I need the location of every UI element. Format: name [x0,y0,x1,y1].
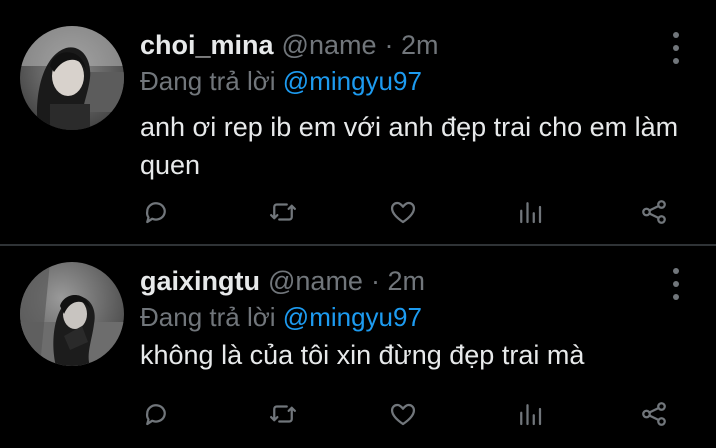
view-stats-button[interactable] [512,394,548,434]
heart-icon [390,403,416,426]
bar-chart-icon [520,202,542,224]
timestamp[interactable]: · 2m [385,30,439,61]
retweet-button[interactable] [265,192,301,232]
speech-bubble-icon [145,404,166,426]
share-button[interactable] [636,192,672,232]
retweet-icon [270,203,296,221]
speech-bubble-icon [145,202,166,224]
reply-prefix: Đang trả lời [140,302,276,332]
timestamp[interactable]: · 2m [371,266,425,297]
tweet-text: không là của tôi xin đừng đẹp trai mà [140,340,585,370]
reply-mention-link[interactable]: @mingyu97 [283,66,422,96]
more-options-icon[interactable] [664,32,688,64]
heart-icon [390,201,416,224]
avatar[interactable] [20,262,124,366]
share-icon [642,402,666,426]
tweet[interactable]: choi_mina @name · 2m Đang trả lời @mingy… [0,0,716,244]
reply-context: Đang trả lời @mingyu97 [140,302,422,333]
view-stats-button[interactable] [512,192,548,232]
display-name[interactable]: choi_mina [140,30,274,61]
more-options-icon[interactable] [664,268,688,300]
reply-prefix: Đang trả lời [140,66,276,96]
bar-chart-icon [520,404,542,426]
share-icon [642,200,666,224]
display-name[interactable]: gaixingtu [140,266,260,297]
reply-context: Đang trả lời @mingyu97 [140,66,422,97]
reply-button[interactable] [138,394,174,434]
share-button[interactable] [636,394,672,434]
retweet-button[interactable] [265,394,301,434]
reply-mention-link[interactable]: @mingyu97 [283,302,422,332]
retweet-icon [270,405,296,423]
action-bar [0,394,716,434]
reply-button[interactable] [138,192,174,232]
handle[interactable]: @name [268,266,363,297]
like-button[interactable] [385,394,421,434]
avatar[interactable] [20,26,124,130]
action-bar [0,192,716,232]
tweet-header: gaixingtu @name · 2m [140,266,425,300]
like-button[interactable] [385,192,421,232]
tweet-text: anh ơi rep ib em với anh đẹp trai cho em… [140,112,679,180]
tweet-header: choi_mina @name · 2m [140,30,439,64]
handle[interactable]: @name [282,30,377,61]
tweet[interactable]: gaixingtu @name · 2m Đang trả lời @mingy… [0,246,716,448]
